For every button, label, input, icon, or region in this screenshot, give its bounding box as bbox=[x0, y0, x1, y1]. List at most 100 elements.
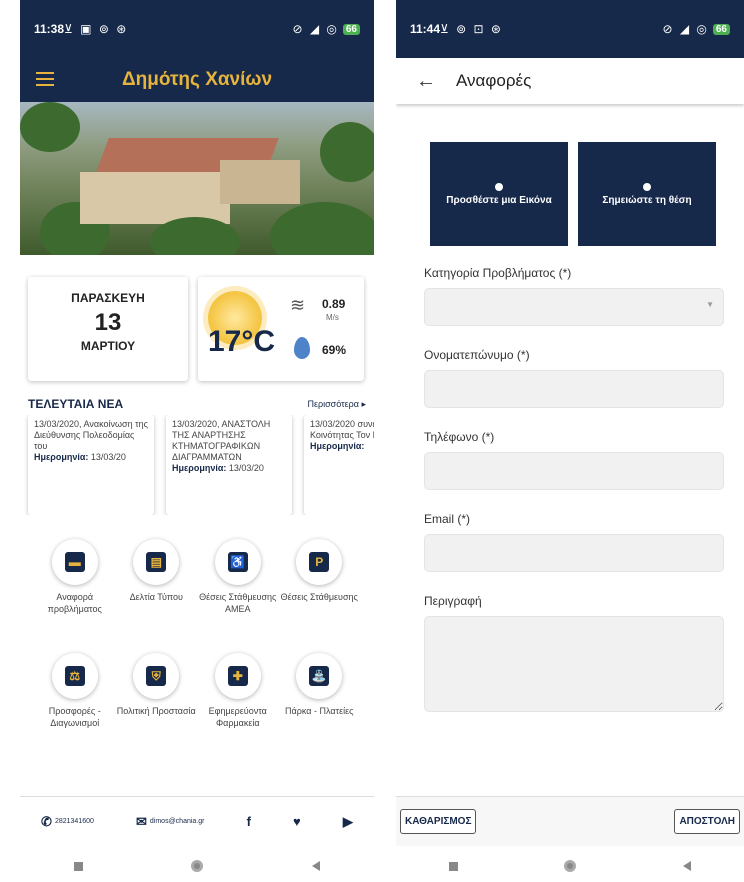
email-field[interactable] bbox=[424, 534, 724, 572]
home-screen: 11:38 ⊻ ▣ ⊚ ⊛ ⊘ ◢ ◎ 66 Δημότης Χανίων ΠΑ… bbox=[20, 0, 374, 882]
date-day: ΠΑΡΑΣΚΕΥΗ bbox=[71, 291, 145, 305]
phone-label: Τηλέφωνο (*) bbox=[424, 430, 495, 444]
youtube-icon[interactable]: ▶ bbox=[343, 814, 353, 830]
news-text: 13/03/2020, Ανακοίνωση της Διεύθυνσης Πο… bbox=[34, 419, 148, 451]
back-arrow-icon[interactable]: ← bbox=[416, 70, 436, 93]
news-date: 13/03/20 bbox=[90, 452, 126, 462]
twitter-icon[interactable]: ♥ bbox=[293, 814, 301, 829]
tile-label: Προσφορές - Διαγωνισμοί bbox=[48, 706, 101, 728]
send-button[interactable]: ΑΠΟΣΤΟΛΗ bbox=[674, 809, 740, 834]
page-title: Αναφορές bbox=[456, 71, 532, 90]
back-nav-icon[interactable] bbox=[311, 861, 320, 871]
app-bar: Δημότης Χανίων bbox=[20, 58, 374, 102]
tile-report-problem[interactable]: ▬ Αναφορά προβλήματος bbox=[34, 539, 116, 639]
phone-link[interactable]: ✆ 2821341600 bbox=[41, 814, 94, 830]
tile-label: Αναφορά προβλήματος bbox=[47, 592, 102, 614]
location-icon bbox=[643, 182, 651, 191]
app-title: Δημότης Χανίων bbox=[121, 69, 273, 90]
pharmacy-icon: ✚ bbox=[227, 666, 248, 686]
wheelchair-icon: ♿ bbox=[227, 552, 248, 572]
news-text: 13/03/2020 συνέλευση Κοινότητας Τον Μαρτ… bbox=[310, 419, 374, 440]
mark-location-button[interactable]: Σημειώστε τη θέση bbox=[578, 142, 716, 246]
news-card[interactable]: 13/03/2020, Ανακοίνωση της Διεύθυνσης Πο… bbox=[28, 415, 154, 515]
parking-icon: P bbox=[309, 552, 330, 572]
chat-icon: ▬ bbox=[64, 552, 85, 572]
date-month: ΜΑΡΤΙΟΥ bbox=[80, 339, 136, 353]
tile-civil-protection[interactable]: ⛨ Πολιτική Προστασία bbox=[116, 653, 198, 753]
recents-icon[interactable] bbox=[74, 861, 84, 871]
services-grid: ▬ Αναφορά προβλήματος ▤ Δελτία Τύπου ♿ Θέσε… bbox=[20, 515, 374, 753]
category-select[interactable] bbox=[424, 288, 724, 326]
news-more-link[interactable]: Περισσότερα ▸ bbox=[307, 399, 366, 410]
gavel-icon: ⚖ bbox=[64, 666, 85, 686]
status-bar: 11:44 ⊻ ⊚ ⊡ ⊛ ⊘ ◢ ◎ 66 bbox=[396, 0, 744, 58]
clear-button[interactable]: ΚΑΘΑΡΙΣΜΟΣ bbox=[400, 809, 477, 834]
tile-pharmacies[interactable]: ✚ Εφημερεύοντα Φαρμακεία bbox=[197, 653, 279, 753]
status-icons: ⊻ ⊚ ⊡ ⊛ bbox=[440, 22, 503, 36]
tile-label: Θέσεις Στάθμευσης bbox=[280, 592, 358, 602]
date-number: 13 bbox=[94, 309, 122, 336]
mail-icon: ✉ bbox=[136, 813, 147, 829]
tile-parks[interactable]: ⛲ Πάρκα - Πλατείες bbox=[279, 653, 361, 753]
status-time: 11:44 bbox=[410, 22, 441, 36]
app-bar: ← Αναφορές bbox=[396, 58, 744, 104]
category-label: Κατηγορία Προβλήματος (*) bbox=[424, 266, 572, 280]
news-carousel[interactable]: 13/03/2020, Ανακοίνωση της Διεύθυνσης Πο… bbox=[20, 415, 374, 515]
android-navbar bbox=[20, 850, 374, 882]
signal-icons: ⊘ ◢ ◎ bbox=[292, 22, 339, 36]
signal-icons: ⊘ ◢ ◎ bbox=[662, 22, 709, 36]
name-field[interactable] bbox=[424, 370, 724, 408]
humidity-drop-icon bbox=[294, 337, 310, 359]
contact-footer: ✆ 2821341600 ✉ dimos@chania.gr f ♥ ▶ bbox=[20, 796, 374, 846]
email-label: Email (*) bbox=[424, 512, 471, 526]
news-section-title: ΤΕΛΕΥΤΑΙΑ ΝΕΑ bbox=[28, 397, 124, 411]
status-bar: 11:38 ⊻ ▣ ⊚ ⊛ ⊘ ◢ ◎ 66 bbox=[20, 0, 374, 58]
phone-field[interactable] bbox=[424, 452, 724, 490]
facebook-icon[interactable]: f bbox=[247, 814, 251, 829]
tile-tenders[interactable]: ⚖ Προσφορές - Διαγωνισμοί bbox=[34, 653, 116, 753]
description-field[interactable] bbox=[424, 616, 724, 712]
weather-card: 17°C ≋ 0.89 M/s 69% bbox=[198, 277, 364, 381]
tile-press-releases[interactable]: ▤ Δελτία Τύπου bbox=[116, 539, 198, 639]
camera-icon bbox=[495, 182, 503, 191]
tile-label: Δελτία Τύπου bbox=[129, 592, 183, 602]
home-icon[interactable] bbox=[564, 860, 577, 872]
temperature: 17°C bbox=[208, 325, 276, 358]
shield-icon: ⛨ bbox=[146, 666, 167, 686]
home-icon[interactable] bbox=[191, 860, 204, 872]
document-icon: ▤ bbox=[146, 552, 167, 572]
form-actions: ΚΑΘΑΡΙΣΜΟΣ ΑΠΟΣΤΟΛΗ bbox=[396, 796, 744, 846]
back-nav-icon[interactable] bbox=[682, 861, 691, 871]
news-card[interactable]: 13/03/2020 συνέλευση Κοινότητας Τον Μαρτ… bbox=[304, 415, 374, 515]
report-form: Κατηγορία Προβλήματος (*) ▼ Ονοματεπώνυμ… bbox=[396, 246, 744, 739]
tile-label: Πάρκα - Πλατείες bbox=[285, 706, 354, 716]
wind-icon: ≋ bbox=[290, 295, 306, 315]
date-card: ΠΑΡΑΣΚΕΥΗ 13 ΜΑΡΤΙΟΥ bbox=[28, 277, 188, 381]
city-hero-image bbox=[20, 102, 374, 255]
tile-label: Πολιτική Προστασία bbox=[116, 706, 196, 716]
report-screen: 11:44 ⊻ ⊚ ⊡ ⊛ ⊘ ◢ ◎ 66 ← Αναφορές Προσθέ… bbox=[396, 0, 744, 882]
hamburger-menu-icon[interactable] bbox=[36, 72, 54, 86]
email-link[interactable]: ✉ dimos@chania.gr bbox=[136, 814, 204, 830]
news-date-label: Ημερομηνία: bbox=[34, 452, 89, 462]
tile-parking[interactable]: P Θέσεις Στάθμευσης bbox=[279, 539, 361, 639]
chevron-down-icon: ▼ bbox=[706, 300, 714, 309]
add-image-button[interactable]: Προσθέστε μια Εικόνα bbox=[430, 142, 568, 246]
wind-unit: M/s bbox=[326, 313, 339, 322]
wind-speed: 0.89 bbox=[322, 297, 346, 311]
news-date-label: Ημερομηνία: bbox=[172, 463, 227, 473]
description-label: Περιγραφή bbox=[424, 594, 482, 608]
news-text: 13/03/2020, ΑΝΑΣΤΟΛΗ ΤΗΣ ΑΝΑΡΤΗΣΗΣ ΚΤΗΜΑ… bbox=[172, 419, 271, 462]
recents-icon[interactable] bbox=[449, 861, 459, 871]
name-label: Ονοματεπώνυμο (*) bbox=[424, 348, 530, 362]
phone-icon: ✆ bbox=[41, 813, 52, 829]
humidity: 69% bbox=[322, 343, 347, 357]
tile-label: Θέσεις Στάθμευσης ΑΜΕΑ bbox=[199, 592, 277, 614]
news-date: 13/03/20 bbox=[228, 463, 264, 473]
tile-disabled-parking[interactable]: ♿ Θέσεις Στάθμευσης ΑΜΕΑ bbox=[197, 539, 279, 639]
status-icons: ⊻ ▣ ⊚ ⊛ bbox=[64, 22, 129, 36]
status-time: 11:38 bbox=[34, 22, 65, 36]
tile-label: Εφημερεύοντα Φαρμακεία bbox=[208, 706, 267, 728]
battery-icon: 66 bbox=[342, 23, 360, 35]
news-card[interactable]: 13/03/2020, ΑΝΑΣΤΟΛΗ ΤΗΣ ΑΝΑΡΤΗΣΗΣ ΚΤΗΜΑ… bbox=[166, 415, 292, 515]
